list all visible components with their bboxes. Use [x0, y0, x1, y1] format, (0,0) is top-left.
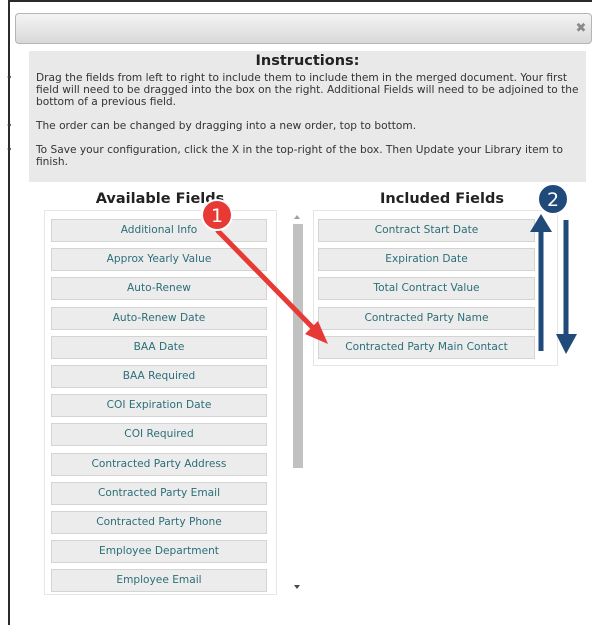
red-drag-arrow	[215, 228, 319, 334]
step-marker-2: 2	[537, 183, 569, 215]
step-marker-1: 1	[201, 199, 233, 231]
blue-up-arrow-head	[530, 214, 552, 232]
annotation-overlay	[215, 214, 577, 354]
blue-down-arrow-head	[556, 334, 577, 354]
